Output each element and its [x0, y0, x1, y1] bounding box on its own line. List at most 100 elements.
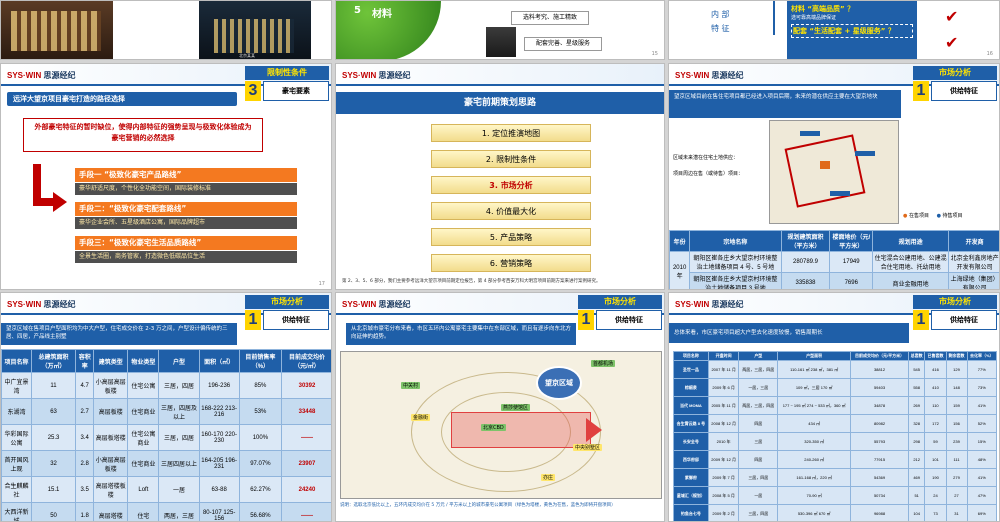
table-row: 紫御府 2009 年 7 月三居，四居 161-168 ㎡，220 ㎡ 54369 46…	[673, 468, 998, 487]
table-cell: 3.5	[75, 476, 95, 503]
section-tag-number: 1	[913, 310, 929, 330]
column-header: 宗地名称	[689, 230, 782, 252]
slide-thumb-14[interactable]: 北京某某	[0, 0, 332, 60]
intro-banner: 望京区域在售项目户型面积均为中大户型，住宅成交价在 2-3 万之间，户型设计偏传…	[1, 323, 237, 345]
table-cell: 34878	[850, 396, 909, 415]
table-cell: 410	[924, 378, 947, 397]
column-header: 项目名称	[1, 349, 32, 373]
table-cell: 269	[907, 396, 926, 415]
table-cell: 177 ~ 195 ㎡ 274 ~ 533 ㎡，360 ㎡	[777, 396, 852, 415]
slide-thumb-15[interactable]: 5 材料 选料考究、施工精致 配套完善、星级服务 15	[335, 0, 665, 60]
table-cell: 三居四居以上	[158, 450, 200, 477]
table-cell: 80-107 125-156	[198, 502, 240, 521]
table-row: 圣世一品 2007 年 11 月两居，三居，四居 110-161 ㎡ 238 ㎡，3…	[673, 360, 998, 379]
arrow-head	[53, 192, 67, 212]
map-marker	[855, 151, 875, 156]
strategy-step[interactable]: 5. 产品策略	[431, 228, 591, 246]
table-cell: 合生麒麟社	[1, 476, 32, 503]
column-header: 总建筑面积（万㎡）	[30, 349, 77, 373]
table-cell: 239	[945, 432, 968, 451]
table-cell: 朝阳区崔各庄乡大望京村环境整治土地储备项目 3 号地	[689, 272, 782, 289]
section-tag: 市场分析 1 供给特征	[578, 295, 662, 333]
table-cell: 小高层高层板楼	[93, 372, 129, 399]
table-cell: 172	[924, 414, 947, 433]
column-header: 建筑类型	[93, 349, 129, 373]
note-land-supply: 区域未来潜在住宅土地供应：	[673, 155, 739, 161]
table-cell: 111	[945, 450, 968, 469]
table-cell: 32	[30, 450, 77, 477]
section-tag-number: 3	[245, 81, 261, 101]
table-cell: 161-168 ㎡，220 ㎡	[777, 468, 852, 487]
luxury-project-table: 项目名称 开盘时间 户型 户型面积 目前成交均价（元/平方米） 总套数 已售套数 剩余套数 去化…	[673, 351, 998, 521]
list-item-label: 材料	[372, 9, 392, 20]
slide-thumb-16[interactable]: 内 部 特 征 材料 “高端品质” ？ 选可靠高端品牌保证 配套 “生活配套 +…	[668, 0, 1000, 60]
label-inner: 内 部	[711, 10, 730, 19]
table-cell: 80982	[850, 414, 909, 433]
column-header: 总套数	[907, 351, 926, 361]
strategy-step[interactable]: 4. 价值最大化	[431, 202, 591, 220]
table-cell: 53%	[238, 398, 282, 425]
table-row: 合生霄云路 8 号 2008 年 12 月四居 434 ㎡ 80982 328 172 15…	[673, 414, 998, 433]
table-cell: 97.07%	[238, 450, 282, 477]
table-cell: 63	[30, 398, 77, 425]
table-cell: 85%	[238, 372, 282, 399]
table-row: 大西洋新城 50 1.8 高层塔楼 住宅 两居，三居 80-107 125-156 56.68…	[1, 502, 331, 521]
table-cell: 2009 年 7 月	[707, 468, 740, 487]
slide-thumb-21[interactable]: SYS·WIN 思源经纪 市场分析 1 供给特征 从北京城市豪宅分布来看，市区五…	[335, 292, 665, 522]
table-cell: 469	[907, 468, 926, 487]
table-cell: 四居	[738, 450, 779, 469]
table-cell: 190	[924, 468, 947, 487]
slide-banner: 远洋大望京项目豪宅打造的路径选择	[7, 92, 237, 106]
section-tag-subtitle: 供给特征	[596, 310, 662, 330]
table-row: 西华府邸 2009 年 12 月四居 240-260 ㎡ 77915 212 101 111…	[673, 450, 998, 469]
table-cell: 100%	[238, 424, 282, 451]
table-row: 合生麒麟社 15.1 3.5 高层塔楼板楼 Loft 一居 63-88 62.27% 24240	[1, 476, 331, 503]
table-cell: 129	[945, 360, 968, 379]
table-cell: 商业金融用地	[872, 272, 950, 289]
brand-logo: SYS·WIN 思源经纪	[7, 71, 76, 80]
table-cell: 住宅公寓	[127, 372, 160, 399]
section-tag-title: 市场分析	[578, 295, 662, 309]
brand-logo: SYS·WIN 思源经纪	[342, 71, 411, 80]
table-cell: 两居，三居，四居	[738, 396, 779, 415]
slide-thumb-22[interactable]: SYS·WIN 思源经纪 市场分析 1 供给特征 总体来看，市区豪宅项目超大户型…	[668, 292, 1000, 522]
table-cell: 70-90 ㎡	[777, 486, 852, 505]
slide-thumb-20[interactable]: SYS·WIN 思源经纪 市场分析 1 供给特征 望京区域在售项目户型面积均为中…	[0, 292, 332, 522]
feature-line-amenity: 配套 “生活配套 + 星级服务” ？	[791, 24, 913, 38]
map-label: 中央别墅区	[573, 444, 603, 451]
callout-box-1: 选料考究、施工精致	[511, 11, 589, 25]
table-row: 华彩国际公寓 25.3 3.4 高层板塔楼 住宅公寓商业 三居，四居 160-170 220…	[1, 424, 331, 451]
strategy-step[interactable]: 6. 营销策略	[431, 254, 591, 272]
table-cell: 2009 年 2 月	[707, 504, 740, 521]
city-map[interactable]: 望京区域 首都机场 北京CBD 中央别墅区 燕莎使馆区 金融街 中关村 亦庄	[340, 351, 662, 499]
table-cell: 三居	[738, 432, 779, 451]
table-cell: 两居，三居	[158, 502, 200, 521]
table-cell: 2.7	[75, 398, 95, 425]
district-map[interactable]	[769, 120, 899, 224]
check-icon: ✔	[945, 7, 959, 26]
table-cell: 434 ㎡	[777, 414, 852, 433]
strategy-step[interactable]: 2. 限制性条件	[431, 150, 591, 168]
table-cell: 7696	[829, 272, 874, 289]
table-row: 2010 年朝阳区崔各庄乡大望京村环境整治土地储备项目 4 号、5 号地 2807…	[669, 251, 999, 289]
table-row: 棕榈泉 2009 年 6 月一居，三居 109 ㎡，三居 170 ㎡ 59403 558…	[673, 378, 998, 397]
table-cell: 长安全号	[673, 432, 709, 451]
table-cell: 159	[945, 396, 968, 415]
slide-thumb-18[interactable]: SYS·WIN 思源经纪 豪宅前期策划思路 1. 定位推演地图 2. 限制性条件 3…	[335, 63, 665, 290]
page-number: 15	[651, 51, 658, 57]
land-boundary	[784, 134, 866, 208]
table-cell: 156	[945, 414, 968, 433]
slide-thumb-19[interactable]: SYS·WIN 思源经纪 市场分析 1 供给特征 望京区域目前在售住宅项目都已经…	[668, 63, 1000, 290]
column-header: 目前销售率（%）	[238, 349, 282, 373]
table-cell: 279	[945, 468, 968, 487]
strategy-step[interactable]: 3. 市场分析	[431, 176, 591, 194]
table-cell: 东湖湾	[1, 398, 32, 425]
strategy-step[interactable]: 1. 定位推演地图	[431, 124, 591, 142]
column-header: 去化率（%）	[966, 351, 998, 361]
section-tag-number: 1	[913, 81, 929, 101]
means-title: 手段三：“极致化豪宅生活品质路线”	[75, 236, 297, 250]
slide-thumb-17[interactable]: SYS·WIN 思源经纪 限制性条件 3 豪宅要素 远洋大望京项目豪宅打造的路径…	[0, 63, 332, 290]
table-cell: 15%	[966, 432, 998, 451]
means-title: 手段一 “极致化豪宅产品路线”	[75, 168, 297, 182]
photo-caption: 北京某某	[239, 53, 255, 58]
